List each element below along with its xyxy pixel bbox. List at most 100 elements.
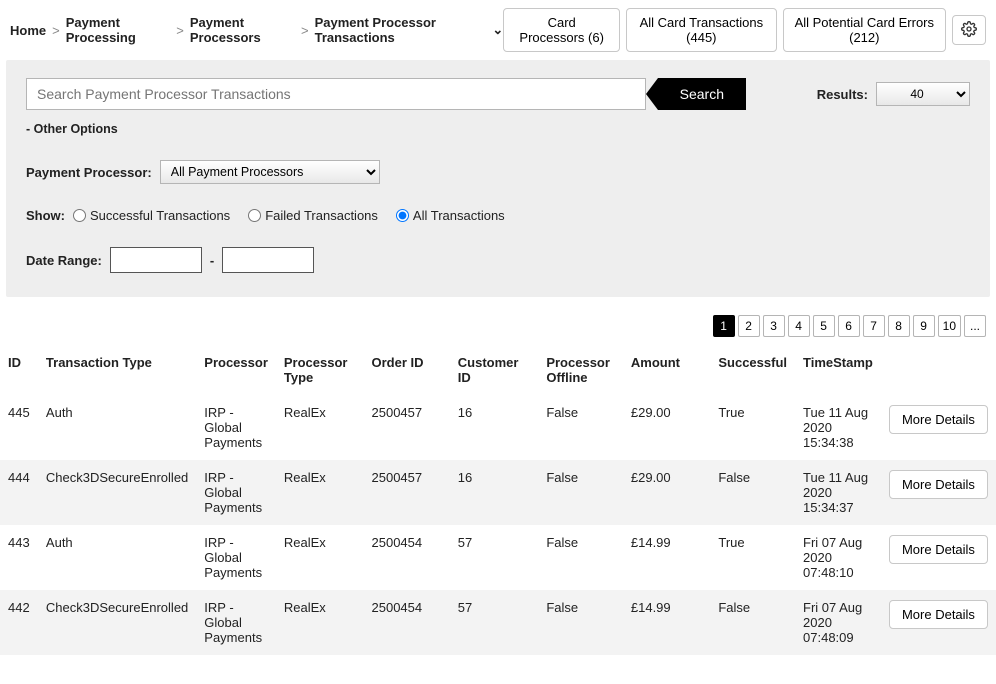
other-options-toggle[interactable]: - Other Options: [26, 122, 970, 136]
page-button-9[interactable]: 9: [913, 315, 935, 337]
all-potential-card-errors-button[interactable]: All Potential Card Errors (212): [783, 8, 946, 52]
table-row: 444Check3DSecureEnrolledIRP - Global Pay…: [0, 460, 996, 525]
cell-id: 444: [0, 460, 38, 525]
all-card-transactions-button[interactable]: All Card Transactions (445): [626, 8, 776, 52]
radio-successful-input[interactable]: [73, 209, 86, 222]
cell-id: 442: [0, 590, 38, 655]
radio-failed-input[interactable]: [248, 209, 261, 222]
breadcrumb-payment-processors[interactable]: Payment Processors: [190, 15, 295, 45]
cell-amount: £14.99: [623, 590, 710, 655]
cell-successful: False: [710, 590, 795, 655]
cell-id: 443: [0, 525, 38, 590]
cell-id: 445: [0, 395, 38, 460]
col-timestamp: TimeStamp: [795, 345, 881, 395]
more-details-button[interactable]: More Details: [889, 535, 988, 564]
breadcrumb-payment-processing[interactable]: Payment Processing: [66, 15, 171, 45]
table-row: 443AuthIRP - Global PaymentsRealEx250045…: [0, 525, 996, 590]
cell-order-id: 2500457: [364, 395, 450, 460]
breadcrumb-transactions[interactable]: Payment Processor Transactions: [315, 15, 483, 45]
table-row: 442Check3DSecureEnrolledIRP - Global Pay…: [0, 590, 996, 655]
card-processors-button[interactable]: Card Processors (6): [503, 8, 620, 52]
cell-processor-type: RealEx: [276, 460, 364, 525]
radio-successful[interactable]: Successful Transactions: [73, 208, 230, 223]
results-label: Results:: [817, 87, 868, 102]
page-button-6[interactable]: 6: [838, 315, 860, 337]
cell-transaction-type: Auth: [38, 525, 196, 590]
radio-successful-label: Successful Transactions: [90, 208, 230, 223]
date-range-label: Date Range:: [26, 253, 102, 268]
chevron-down-icon[interactable]: ⌄: [492, 22, 503, 38]
radio-all-label: All Transactions: [413, 208, 505, 223]
filter-panel: Search Results: 40 - Other Options Payme…: [6, 60, 990, 297]
cell-successful: True: [710, 525, 795, 590]
page-button-7[interactable]: 7: [863, 315, 885, 337]
cell-processor-offline: False: [538, 525, 623, 590]
cell-timestamp: Tue 11 Aug 2020 15:34:37: [795, 460, 881, 525]
search-arrow-decor: [646, 78, 658, 110]
cell-processor: IRP - Global Payments: [196, 590, 276, 655]
pagination: 12345678910...: [0, 297, 996, 345]
col-amount: Amount: [623, 345, 710, 395]
page-button-8[interactable]: 8: [888, 315, 910, 337]
gear-icon: [961, 21, 977, 40]
cell-customer-id: 57: [450, 590, 539, 655]
cell-transaction-type: Check3DSecureEnrolled: [38, 460, 196, 525]
cell-transaction-type: Check3DSecureEnrolled: [38, 590, 196, 655]
cell-successful: False: [710, 460, 795, 525]
col-customer-id: Customer ID: [450, 345, 539, 395]
page-button-...[interactable]: ...: [964, 315, 986, 337]
show-label: Show:: [26, 208, 65, 223]
payment-processor-select[interactable]: All Payment Processors: [160, 160, 380, 184]
col-order-id: Order ID: [364, 345, 450, 395]
col-successful: Successful: [710, 345, 795, 395]
cell-customer-id: 57: [450, 525, 539, 590]
transactions-table: ID Transaction Type Processor Processor …: [0, 345, 996, 655]
cell-amount: £29.00: [623, 395, 710, 460]
search-button[interactable]: Search: [658, 78, 746, 110]
page-button-1[interactable]: 1: [713, 315, 735, 337]
settings-button[interactable]: [952, 15, 986, 45]
date-to-input[interactable]: [222, 247, 314, 273]
breadcrumb-sep: >: [52, 23, 60, 38]
results-select[interactable]: 40: [876, 82, 970, 106]
cell-processor-type: RealEx: [276, 590, 364, 655]
radio-failed[interactable]: Failed Transactions: [248, 208, 378, 223]
col-processor-type: Processor Type: [276, 345, 364, 395]
cell-successful: True: [710, 395, 795, 460]
cell-timestamp: Fri 07 Aug 2020 07:48:09: [795, 590, 881, 655]
page-button-2[interactable]: 2: [738, 315, 760, 337]
cell-processor: IRP - Global Payments: [196, 460, 276, 525]
cell-timestamp: Tue 11 Aug 2020 15:34:38: [795, 395, 881, 460]
payment-processor-label: Payment Processor:: [26, 165, 152, 180]
page-button-4[interactable]: 4: [788, 315, 810, 337]
more-details-button[interactable]: More Details: [889, 470, 988, 499]
cell-customer-id: 16: [450, 460, 539, 525]
cell-amount: £14.99: [623, 525, 710, 590]
cell-timestamp: Fri 07 Aug 2020 07:48:10: [795, 525, 881, 590]
date-sep: -: [210, 253, 214, 268]
breadcrumb: Home > Payment Processing > Payment Proc…: [10, 15, 503, 45]
search-input[interactable]: [26, 78, 646, 110]
radio-all[interactable]: All Transactions: [396, 208, 505, 223]
date-from-input[interactable]: [110, 247, 202, 273]
cell-amount: £29.00: [623, 460, 710, 525]
more-details-button[interactable]: More Details: [889, 600, 988, 629]
cell-processor: IRP - Global Payments: [196, 525, 276, 590]
col-processor-offline: Processor Offline: [538, 345, 623, 395]
breadcrumb-sep: >: [176, 23, 184, 38]
cell-processor-type: RealEx: [276, 395, 364, 460]
radio-failed-label: Failed Transactions: [265, 208, 378, 223]
cell-processor-type: RealEx: [276, 525, 364, 590]
breadcrumb-home[interactable]: Home: [10, 23, 46, 38]
col-transaction-type: Transaction Type: [38, 345, 196, 395]
more-details-button[interactable]: More Details: [889, 405, 988, 434]
breadcrumb-sep: >: [301, 23, 309, 38]
cell-order-id: 2500454: [364, 525, 450, 590]
cell-order-id: 2500454: [364, 590, 450, 655]
page-button-10[interactable]: 10: [938, 315, 961, 337]
cell-transaction-type: Auth: [38, 395, 196, 460]
cell-processor-offline: False: [538, 395, 623, 460]
radio-all-input[interactable]: [396, 209, 409, 222]
page-button-3[interactable]: 3: [763, 315, 785, 337]
page-button-5[interactable]: 5: [813, 315, 835, 337]
